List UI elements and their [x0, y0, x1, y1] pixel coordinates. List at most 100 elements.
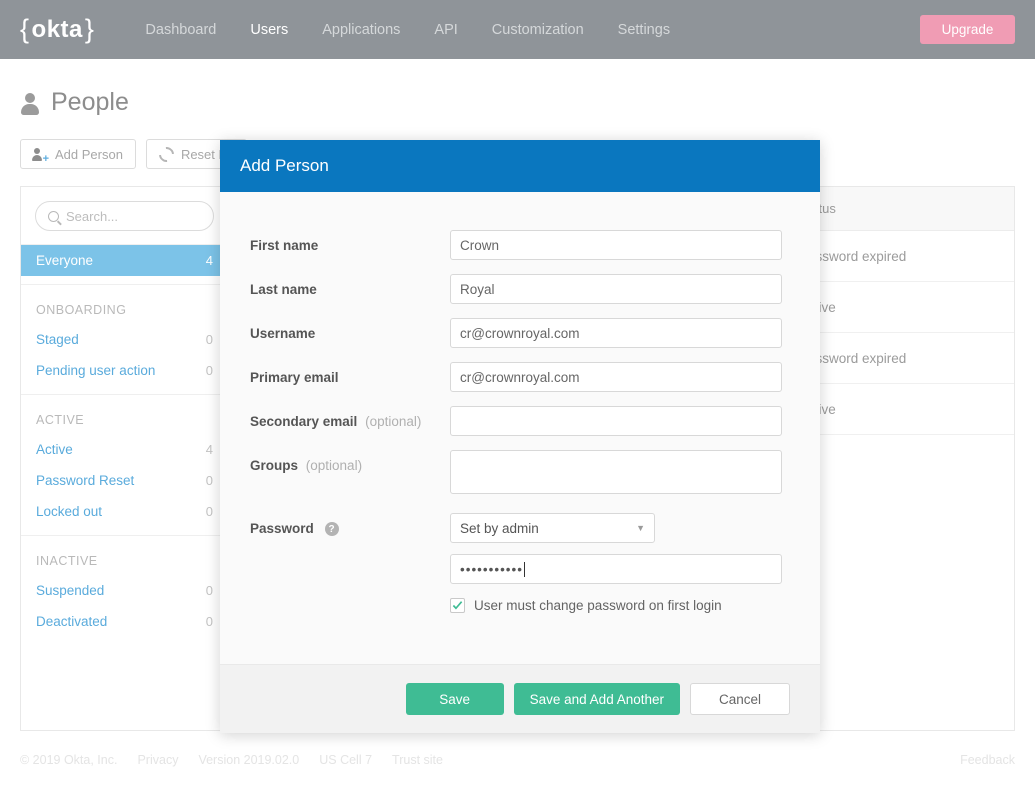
- refresh-icon: [156, 143, 177, 164]
- add-person-button[interactable]: + Add Person: [20, 139, 136, 169]
- add-person-label: Add Person: [55, 147, 123, 162]
- sidebar-item-count: 0: [206, 504, 213, 519]
- chevron-down-icon: ▼: [636, 523, 645, 533]
- sidebar-item-everyone[interactable]: Everyone 4: [21, 245, 228, 276]
- footer-trust-site-link[interactable]: Trust site: [392, 753, 443, 767]
- secondary-email-optional-tag: (optional): [365, 414, 421, 429]
- save-and-add-another-button[interactable]: Save and Add Another: [514, 683, 680, 715]
- modal-footer: Save Save and Add Another Cancel: [220, 665, 820, 733]
- nav-item-customization[interactable]: Customization: [475, 22, 601, 38]
- sidebar-item-count: 4: [206, 442, 213, 457]
- add-person-modal: Add Person First name Last name Username: [220, 140, 820, 733]
- page-title: People: [20, 88, 129, 117]
- column-header-status[interactable]: Status: [799, 201, 979, 216]
- sidebar-item-locked-out[interactable]: Locked out 0: [21, 496, 228, 527]
- search-icon: [48, 211, 59, 222]
- filter-sidebar: Everyone 4 ONBOARDING Staged 0 Pending u…: [21, 187, 229, 649]
- nav-item-api[interactable]: API: [417, 22, 474, 38]
- field-row-groups: Groups (optional): [250, 450, 790, 499]
- password-label-text: Password: [250, 521, 314, 536]
- sidebar-item-label: Locked out: [36, 504, 102, 519]
- sidebar-item-label: Active: [36, 442, 73, 457]
- sidebar-item-label: Pending user action: [36, 363, 155, 378]
- field-row-password: Password ? Set by admin ▼: [250, 513, 790, 543]
- modal-header: Add Person: [220, 140, 820, 192]
- cell-status: Active: [799, 402, 979, 417]
- change-password-checkbox-label: User must change password on first login: [474, 598, 722, 613]
- footer-privacy-link[interactable]: Privacy: [137, 753, 178, 767]
- last-name-input[interactable]: [450, 274, 782, 304]
- cell-status: Active: [799, 300, 979, 315]
- cell-status: Password expired: [799, 249, 979, 264]
- search-container: [21, 187, 228, 245]
- sidebar-item-label: Suspended: [36, 583, 104, 598]
- primary-email-label: Primary email: [250, 362, 450, 385]
- sidebar-item-count: 0: [206, 614, 213, 629]
- save-button[interactable]: Save: [406, 683, 504, 715]
- app-root: { okta } Dashboard Users Applications AP…: [0, 0, 1035, 802]
- sidebar-item-count: 4: [206, 253, 213, 268]
- footer-version: Version 2019.02.0: [198, 753, 299, 767]
- cell-status: Password expired: [799, 351, 979, 366]
- sidebar-item-label: Staged: [36, 332, 79, 347]
- groups-input[interactable]: [450, 450, 782, 494]
- sidebar-group-inactive: INACTIVE: [21, 536, 228, 575]
- field-row-first-name: First name: [250, 230, 790, 260]
- sidebar-item-password-reset[interactable]: Password Reset 0: [21, 465, 228, 496]
- sidebar-item-deactivated[interactable]: Deactivated 0: [21, 606, 228, 637]
- field-row-username: Username: [250, 318, 790, 348]
- password-input[interactable]: •••••••••••: [450, 554, 782, 584]
- nav-item-users[interactable]: Users: [233, 22, 305, 38]
- password-value-spacer: [250, 554, 450, 562]
- text-cursor: [524, 562, 525, 577]
- primary-email-input[interactable]: [450, 362, 782, 392]
- person-icon: [20, 90, 40, 116]
- groups-label-text: Groups: [250, 458, 298, 473]
- search-input[interactable]: [66, 209, 201, 224]
- logo-right-brace: }: [85, 14, 95, 45]
- secondary-email-input[interactable]: [450, 406, 782, 436]
- field-row-password-value: •••••••••••: [250, 554, 790, 584]
- sidebar-item-label: Password Reset: [36, 473, 134, 488]
- sidebar-item-pending-user-action[interactable]: Pending user action 0: [21, 355, 228, 386]
- top-navigation-bar: { okta } Dashboard Users Applications AP…: [0, 0, 1035, 59]
- field-row-last-name: Last name: [250, 274, 790, 304]
- logo-wordmark: okta: [30, 16, 85, 44]
- add-person-icon: +: [33, 147, 48, 162]
- modal-title: Add Person: [240, 156, 329, 176]
- footer-feedback-link[interactable]: Feedback: [960, 753, 1015, 767]
- footer-cell: US Cell 7: [319, 753, 372, 767]
- secondary-email-label-text: Secondary email: [250, 414, 357, 429]
- password-label: Password ?: [250, 513, 450, 536]
- nav-links: Dashboard Users Applications API Customi…: [128, 22, 687, 38]
- groups-label: Groups (optional): [250, 450, 450, 473]
- question-mark-icon[interactable]: ?: [325, 522, 339, 536]
- first-name-input[interactable]: [450, 230, 782, 260]
- nav-item-applications[interactable]: Applications: [305, 22, 417, 38]
- sidebar-item-active[interactable]: Active 4: [21, 434, 228, 465]
- nav-item-settings[interactable]: Settings: [601, 22, 687, 38]
- last-name-label: Last name: [250, 274, 450, 297]
- page-footer: © 2019 Okta, Inc. Privacy Version 2019.0…: [0, 745, 1035, 775]
- search-box[interactable]: [35, 201, 214, 231]
- footer-copyright: © 2019 Okta, Inc.: [20, 753, 117, 767]
- modal-body: First name Last name Username Primary em…: [220, 192, 820, 665]
- cancel-button[interactable]: Cancel: [690, 683, 790, 715]
- change-password-checkbox[interactable]: [450, 598, 465, 613]
- password-type-select[interactable]: Set by admin ▼: [450, 513, 655, 543]
- okta-logo[interactable]: { okta }: [20, 14, 94, 45]
- sidebar-item-suspended[interactable]: Suspended 0: [21, 575, 228, 606]
- upgrade-button[interactable]: Upgrade: [920, 15, 1015, 44]
- sidebar-item-label: Everyone: [36, 253, 93, 268]
- toolbar: + Add Person Reset Pa: [20, 139, 247, 169]
- sidebar-item-label: Deactivated: [36, 614, 107, 629]
- sidebar-item-count: 0: [206, 473, 213, 488]
- field-row-secondary-email: Secondary email (optional): [250, 406, 790, 436]
- password-masked-value: •••••••••••: [460, 562, 523, 577]
- sidebar-item-staged[interactable]: Staged 0: [21, 324, 228, 355]
- password-type-selected-value: Set by admin: [460, 521, 539, 536]
- nav-item-dashboard[interactable]: Dashboard: [128, 22, 233, 38]
- username-input[interactable]: [450, 318, 782, 348]
- sidebar-item-count: 0: [206, 583, 213, 598]
- logo-left-brace: {: [20, 14, 30, 45]
